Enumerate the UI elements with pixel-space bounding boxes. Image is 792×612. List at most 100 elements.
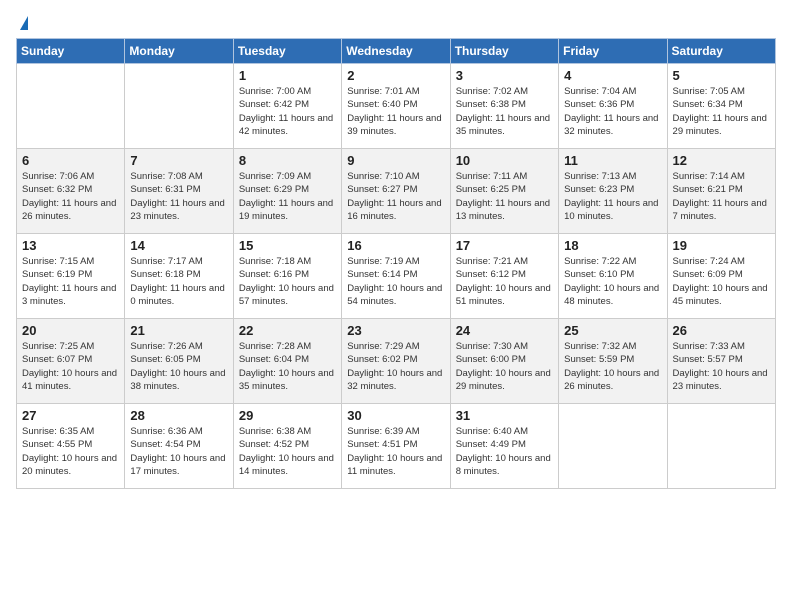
weekday-header-wednesday: Wednesday bbox=[342, 39, 450, 64]
calendar-cell: 16 Sunrise: 7:19 AMSunset: 6:14 PMDayligh… bbox=[342, 234, 450, 319]
day-info: Sunrise: 7:09 AMSunset: 6:29 PMDaylight:… bbox=[239, 170, 336, 223]
calendar-week-4: 20Sunrise: 7:25 AMSunset: 6:07 PMDayligh… bbox=[17, 319, 776, 404]
day-info: Sunrise: 7:01 AMSunset: 6:40 PMDaylight:… bbox=[347, 85, 444, 138]
calendar-cell: 31Sunrise: 6:40 AMSunset: 4:49 PMDayligh… bbox=[450, 404, 558, 489]
calendar-cell: 1 Sunrise: 7:00 AMSunset: 6:42 PMDaylight… bbox=[233, 64, 341, 149]
calendar-cell: 11 Sunrise: 7:13 AMSunset: 6:23 PMDayligh… bbox=[559, 149, 667, 234]
calendar-cell: 3 Sunrise: 7:02 AMSunset: 6:38 PMDaylight… bbox=[450, 64, 558, 149]
calendar-cell: 6 Sunrise: 7:06 AMSunset: 6:32 PMDaylight… bbox=[17, 149, 125, 234]
day-info: Sunrise: 7:15 AMSunset: 6:19 PMDaylight:… bbox=[22, 255, 119, 308]
day-number: 16 bbox=[347, 238, 444, 253]
day-info: Sunrise: 7:28 AMSunset: 6:04 PMDaylight:… bbox=[239, 340, 336, 393]
day-number: 1 bbox=[239, 68, 336, 83]
day-number: 23 bbox=[347, 323, 444, 338]
day-number: 14 bbox=[130, 238, 227, 253]
day-number: 5 bbox=[673, 68, 770, 83]
day-info: Sunrise: 7:22 AMSunset: 6:10 PMDaylight:… bbox=[564, 255, 661, 308]
calendar-cell: 7 Sunrise: 7:08 AMSunset: 6:31 PMDaylight… bbox=[125, 149, 233, 234]
calendar-cell: 26Sunrise: 7:33 AMSunset: 5:57 PMDayligh… bbox=[667, 319, 775, 404]
day-number: 27 bbox=[22, 408, 119, 423]
day-number: 17 bbox=[456, 238, 553, 253]
day-info: Sunrise: 6:36 AMSunset: 4:54 PMDaylight:… bbox=[130, 425, 227, 478]
day-info: Sunrise: 7:13 AMSunset: 6:23 PMDaylight:… bbox=[564, 170, 661, 223]
calendar-cell: 9 Sunrise: 7:10 AMSunset: 6:27 PMDaylight… bbox=[342, 149, 450, 234]
calendar-week-5: 27 Sunrise: 6:35 AMSunset: 4:55 PMDayligh… bbox=[17, 404, 776, 489]
weekday-header-thursday: Thursday bbox=[450, 39, 558, 64]
day-number: 22 bbox=[239, 323, 336, 338]
day-info: Sunrise: 7:06 AMSunset: 6:32 PMDaylight:… bbox=[22, 170, 119, 223]
day-info: Sunrise: 7:19 AMSunset: 6:14 PMDaylight:… bbox=[347, 255, 444, 308]
day-number: 3 bbox=[456, 68, 553, 83]
calendar-cell: 15 Sunrise: 7:18 AMSunset: 6:16 PMDayligh… bbox=[233, 234, 341, 319]
calendar-cell: 17 Sunrise: 7:21 AMSunset: 6:12 PMDayligh… bbox=[450, 234, 558, 319]
day-info: Sunrise: 7:25 AMSunset: 6:07 PMDaylight:… bbox=[22, 340, 119, 393]
day-info: Sunrise: 7:14 AMSunset: 6:21 PMDaylight:… bbox=[673, 170, 770, 223]
calendar-cell: 27 Sunrise: 6:35 AMSunset: 4:55 PMDayligh… bbox=[17, 404, 125, 489]
day-number: 21 bbox=[130, 323, 227, 338]
day-number: 18 bbox=[564, 238, 661, 253]
calendar-cell: 10 Sunrise: 7:11 AMSunset: 6:25 PMDayligh… bbox=[450, 149, 558, 234]
day-number: 19 bbox=[673, 238, 770, 253]
day-info: Sunrise: 7:21 AMSunset: 6:12 PMDaylight:… bbox=[456, 255, 553, 308]
day-number: 9 bbox=[347, 153, 444, 168]
day-info: Sunrise: 6:38 AMSunset: 4:52 PMDaylight:… bbox=[239, 425, 336, 478]
day-number: 25 bbox=[564, 323, 661, 338]
weekday-header-tuesday: Tuesday bbox=[233, 39, 341, 64]
day-info: Sunrise: 7:11 AMSunset: 6:25 PMDaylight:… bbox=[456, 170, 553, 223]
calendar-cell bbox=[125, 64, 233, 149]
calendar-cell: 25 Sunrise: 7:32 AMSunset: 5:59 PMDayligh… bbox=[559, 319, 667, 404]
calendar-cell: 2 Sunrise: 7:01 AMSunset: 6:40 PMDaylight… bbox=[342, 64, 450, 149]
day-info: Sunrise: 6:35 AMSunset: 4:55 PMDaylight:… bbox=[22, 425, 119, 478]
day-number: 13 bbox=[22, 238, 119, 253]
calendar-cell: 12 Sunrise: 7:14 AMSunset: 6:21 PMDayligh… bbox=[667, 149, 775, 234]
day-number: 10 bbox=[456, 153, 553, 168]
calendar-cell: 30 Sunrise: 6:39 AMSunset: 4:51 PMDayligh… bbox=[342, 404, 450, 489]
calendar-cell: 13 Sunrise: 7:15 AMSunset: 6:19 PMDayligh… bbox=[17, 234, 125, 319]
day-number: 12 bbox=[673, 153, 770, 168]
day-number: 15 bbox=[239, 238, 336, 253]
day-info: Sunrise: 7:02 AMSunset: 6:38 PMDaylight:… bbox=[456, 85, 553, 138]
day-info: Sunrise: 7:24 AMSunset: 6:09 PMDaylight:… bbox=[673, 255, 770, 308]
day-number: 4 bbox=[564, 68, 661, 83]
calendar-cell: 22 Sunrise: 7:28 AMSunset: 6:04 PMDayligh… bbox=[233, 319, 341, 404]
weekday-header-sunday: Sunday bbox=[17, 39, 125, 64]
day-number: 2 bbox=[347, 68, 444, 83]
calendar-cell: 14Sunrise: 7:17 AMSunset: 6:18 PMDayligh… bbox=[125, 234, 233, 319]
calendar-cell: 18 Sunrise: 7:22 AMSunset: 6:10 PMDayligh… bbox=[559, 234, 667, 319]
day-number: 26 bbox=[673, 323, 770, 338]
day-number: 7 bbox=[130, 153, 227, 168]
calendar-cell: 19 Sunrise: 7:24 AMSunset: 6:09 PMDayligh… bbox=[667, 234, 775, 319]
day-info: Sunrise: 7:08 AMSunset: 6:31 PMDaylight:… bbox=[130, 170, 227, 223]
weekday-header-friday: Friday bbox=[559, 39, 667, 64]
weekday-header-monday: Monday bbox=[125, 39, 233, 64]
day-number: 29 bbox=[239, 408, 336, 423]
calendar-cell: 4Sunrise: 7:04 AMSunset: 6:36 PMDaylight… bbox=[559, 64, 667, 149]
calendar-cell: 20Sunrise: 7:25 AMSunset: 6:07 PMDayligh… bbox=[17, 319, 125, 404]
day-info: Sunrise: 7:29 AMSunset: 6:02 PMDaylight:… bbox=[347, 340, 444, 393]
day-info: Sunrise: 7:18 AMSunset: 6:16 PMDaylight:… bbox=[239, 255, 336, 308]
calendar-week-3: 13 Sunrise: 7:15 AMSunset: 6:19 PMDayligh… bbox=[17, 234, 776, 319]
day-info: Sunrise: 7:00 AMSunset: 6:42 PMDaylight:… bbox=[239, 85, 336, 138]
calendar-cell: 23 Sunrise: 7:29 AMSunset: 6:02 PMDayligh… bbox=[342, 319, 450, 404]
weekday-header-row: SundayMondayTuesdayWednesdayThursdayFrid… bbox=[17, 39, 776, 64]
day-info: Sunrise: 7:10 AMSunset: 6:27 PMDaylight:… bbox=[347, 170, 444, 223]
calendar-table: SundayMondayTuesdayWednesdayThursdayFrid… bbox=[16, 38, 776, 489]
calendar-cell: 29 Sunrise: 6:38 AMSunset: 4:52 PMDayligh… bbox=[233, 404, 341, 489]
day-number: 28 bbox=[130, 408, 227, 423]
day-info: Sunrise: 7:32 AMSunset: 5:59 PMDaylight:… bbox=[564, 340, 661, 393]
day-info: Sunrise: 7:30 AMSunset: 6:00 PMDaylight:… bbox=[456, 340, 553, 393]
day-number: 30 bbox=[347, 408, 444, 423]
day-info: Sunrise: 6:39 AMSunset: 4:51 PMDaylight:… bbox=[347, 425, 444, 478]
day-info: Sunrise: 6:40 AMSunset: 4:49 PMDaylight:… bbox=[456, 425, 553, 478]
calendar-cell: 21 Sunrise: 7:26 AMSunset: 6:05 PMDayligh… bbox=[125, 319, 233, 404]
day-number: 8 bbox=[239, 153, 336, 168]
calendar-cell bbox=[559, 404, 667, 489]
day-info: Sunrise: 7:26 AMSunset: 6:05 PMDaylight:… bbox=[130, 340, 227, 393]
calendar-week-2: 6 Sunrise: 7:06 AMSunset: 6:32 PMDaylight… bbox=[17, 149, 776, 234]
calendar-cell: 5Sunrise: 7:05 AMSunset: 6:34 PMDaylight… bbox=[667, 64, 775, 149]
day-number: 11 bbox=[564, 153, 661, 168]
calendar-cell: 28 Sunrise: 6:36 AMSunset: 4:54 PMDayligh… bbox=[125, 404, 233, 489]
logo bbox=[16, 16, 28, 26]
day-number: 6 bbox=[22, 153, 119, 168]
weekday-header-saturday: Saturday bbox=[667, 39, 775, 64]
